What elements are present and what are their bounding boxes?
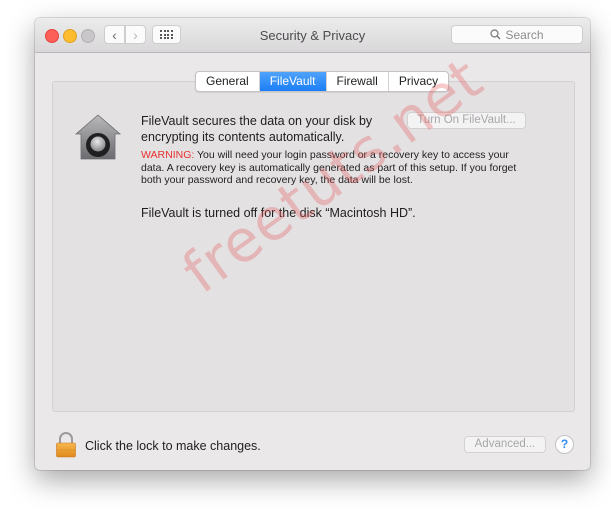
title-bar: ‹ › Security & Privacy Search (35, 18, 590, 53)
filevault-icon (74, 114, 122, 160)
search-placeholder: Search (505, 27, 544, 42)
filevault-status: FileVault is turned off for the disk “Ma… (141, 206, 416, 220)
lock-message: Click the lock to make changes. (85, 439, 261, 453)
advanced-button[interactable]: Advanced... (464, 436, 546, 453)
tab-filevault[interactable]: FileVault (259, 72, 327, 91)
search-icon (490, 29, 501, 40)
search-field[interactable]: Search (451, 25, 583, 44)
tab-firewall[interactable]: Firewall (327, 72, 389, 91)
tab-privacy[interactable]: Privacy (389, 72, 448, 91)
tab-general[interactable]: General (196, 72, 260, 91)
tab-bar: General FileVault Firewall Privacy (195, 71, 450, 92)
turn-on-filevault-button[interactable]: Turn On FileVault... (407, 112, 526, 129)
warning-label: WARNING: (141, 149, 195, 161)
lock-icon[interactable] (55, 431, 77, 459)
warning-text: You will need your login password or a r… (141, 149, 517, 186)
help-button[interactable]: ? (555, 435, 574, 454)
warning-message: WARNING: You will need your login passwo… (141, 149, 521, 187)
filevault-description: FileVault secures the data on your disk … (141, 114, 373, 144)
preferences-window: ‹ › Security & Privacy Search General Fi… (35, 18, 590, 470)
